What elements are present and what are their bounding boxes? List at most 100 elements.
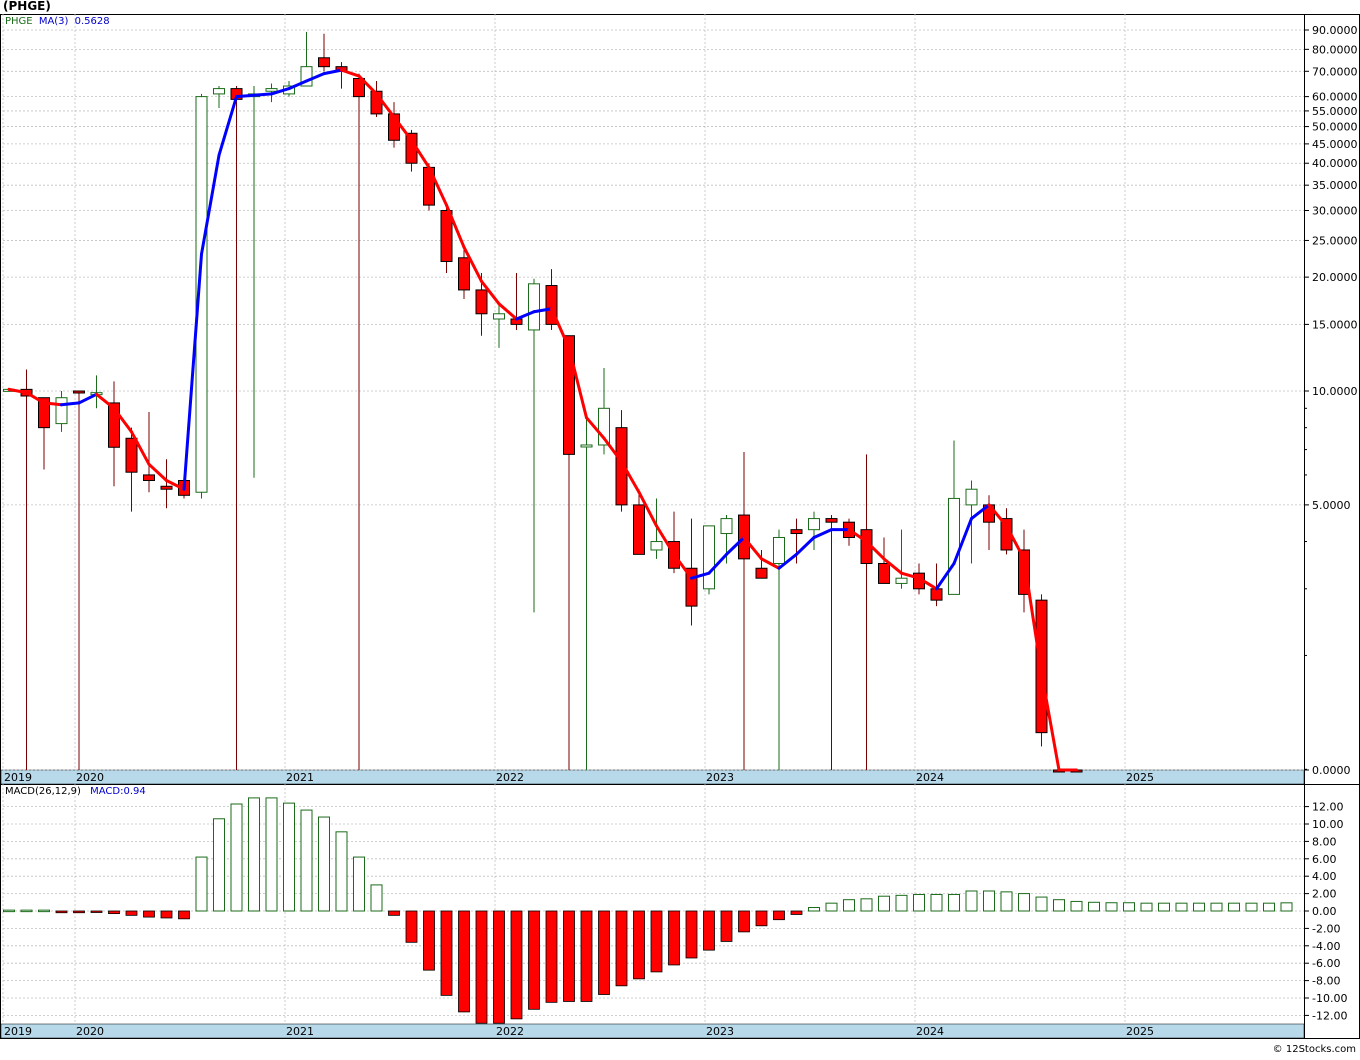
macd-bar (685, 910, 698, 959)
candle-body (528, 283, 540, 331)
price-x-tick-label: 2024 (916, 771, 944, 784)
macd-x-tick-label: 2023 (706, 1025, 734, 1038)
macd-y-tick-label: 4.00 (1312, 870, 1337, 883)
price-x-tick-label: 2023 (706, 771, 734, 784)
macd-y-tick-label: -6.00 (1312, 957, 1340, 970)
ma3-segment (550, 307, 571, 350)
price-legend-symbol: PHGE (5, 16, 33, 27)
macd-x-tick-label: 2020 (76, 1025, 104, 1038)
macd-bar (318, 816, 330, 912)
price-x-tick-label: 2021 (286, 771, 314, 784)
ma3-segment (217, 95, 238, 157)
macd-bar (563, 910, 575, 1002)
macd-bar (1158, 902, 1170, 912)
macd-bar (1263, 902, 1275, 912)
macd-y-tick-label: 6.00 (1312, 853, 1337, 866)
candle-body (458, 257, 470, 291)
candle-body (948, 497, 960, 595)
macd-bar (405, 910, 418, 943)
price-y-tick-label: 55.0000 (1312, 105, 1358, 118)
price-y-tick-label: 45.0000 (1312, 138, 1358, 151)
macd-y-tick-label: 8.00 (1312, 835, 1337, 848)
price-y-tick-label: 60.0000 (1312, 91, 1358, 104)
macd-y-tick-label: -10.00 (1312, 992, 1347, 1005)
ma3-segment (795, 535, 816, 556)
chart-title: (PHGE) (3, 0, 51, 13)
macd-bar (458, 910, 470, 1013)
macd-x-tick-label: 2022 (496, 1025, 524, 1038)
macd-bar (895, 894, 908, 912)
macd-legend: MACD(26,12,9) MACD:0.94 (5, 786, 146, 797)
macd-bar (983, 890, 995, 912)
candle-body (790, 529, 803, 535)
price-y-tick-label: 5.0000 (1312, 499, 1351, 512)
price-x-tick-label: 2019 (4, 771, 32, 784)
candle-body (650, 541, 663, 551)
macd-panel-frame (0, 784, 1360, 1039)
macd-bar (335, 831, 348, 912)
macd-y-tick-label: 10.00 (1312, 818, 1344, 831)
macd-bar (3, 909, 15, 913)
ma3-segment (77, 392, 98, 405)
macd-bar (773, 910, 785, 921)
candle-body (633, 504, 645, 555)
macd-legend-name: MACD(26,12,9) (5, 786, 81, 797)
chart-root: 90.0000 80.0000 70.0000 60.0000 55.0000 50.00… (0, 0, 1360, 1056)
price-y-tick-label: 70.0000 (1312, 65, 1358, 78)
macd-bar (1088, 901, 1100, 912)
candle-body (475, 289, 488, 315)
price-x-tick-label: 2022 (496, 771, 524, 784)
macd-bar (878, 895, 890, 912)
candle-body (755, 567, 768, 579)
candle-body (895, 577, 908, 584)
price-y-tick-label: 15.0000 (1312, 318, 1358, 331)
macd-bar (1140, 902, 1153, 912)
macd-bar (300, 809, 313, 912)
macd-bar (230, 803, 243, 912)
candle-body (318, 57, 330, 68)
candle-body (930, 588, 943, 601)
macd-bar (633, 910, 645, 980)
macd-y-tick-label: -2.00 (1312, 922, 1340, 935)
price-y-tick-label: 80.0000 (1312, 43, 1358, 56)
candle-body (73, 390, 85, 394)
macd-date-axis-band (0, 1023, 1305, 1039)
macd-bar (790, 910, 803, 915)
price-y-tick-label: 90.0000 (1312, 24, 1358, 37)
macd-bar (1035, 896, 1048, 912)
macd-bar (423, 910, 435, 971)
price-y-tick-label: 20.0000 (1312, 271, 1358, 284)
macd-bar (580, 910, 593, 1002)
macd-bar (1000, 891, 1013, 912)
macd-bar (650, 910, 663, 973)
macd-bar (73, 910, 85, 914)
price-y-tick-label: 35.0000 (1312, 179, 1358, 192)
macd-bar (1210, 902, 1223, 912)
macd-bar (90, 910, 103, 913)
macd-bar (283, 802, 295, 912)
macd-bar (948, 893, 960, 912)
price-x-tick-label: 2025 (1126, 771, 1154, 784)
macd-bar (668, 910, 680, 966)
macd-bar (475, 910, 488, 1024)
macd-bar (545, 910, 558, 1003)
macd-legend-value: MACD:0.94 (90, 786, 146, 797)
candle-body (703, 525, 715, 590)
macd-bar (195, 856, 208, 912)
candle-body (55, 397, 68, 425)
candle-body (265, 88, 278, 92)
macd-bar (1070, 900, 1083, 912)
candle-body (160, 485, 173, 490)
macd-y-tick-label: 0.00 (1312, 905, 1337, 918)
macd-bar (493, 910, 505, 1024)
macd-bar (808, 907, 820, 912)
macd-bar (598, 910, 610, 995)
price-legend-ma: MA(3) (38, 16, 69, 27)
macd-bar (353, 856, 365, 912)
macd-bar (20, 909, 33, 913)
macd-bar (1018, 893, 1030, 912)
macd-bar (510, 910, 523, 1020)
macd-bar (55, 910, 68, 914)
candle-body (808, 518, 820, 531)
candle-body (773, 536, 785, 564)
